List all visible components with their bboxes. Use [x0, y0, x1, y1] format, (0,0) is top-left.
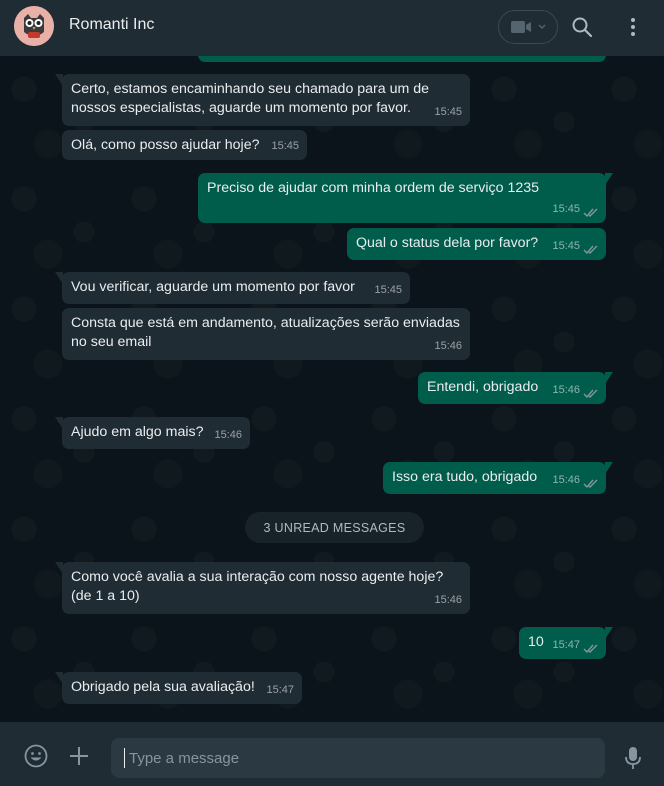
message-time: 15:45: [552, 203, 580, 215]
composer-bar: [0, 722, 664, 786]
message-time: 15:47: [552, 639, 580, 651]
video-call-icon: [511, 21, 531, 33]
message-text: Vou verificar, aguarde um momento por fa…: [71, 279, 355, 295]
message-text: Certo, estamos encaminhando seu chamado …: [71, 81, 430, 116]
double-check-icon: [583, 479, 598, 489]
message-input[interactable]: [124, 748, 605, 768]
message-time: 15:46: [434, 340, 462, 352]
message-text: 10: [528, 634, 544, 650]
message-text: Como você avalia a sua interação com nos…: [71, 569, 444, 604]
message-time: 15:45: [271, 140, 299, 152]
message-outgoing[interactable]: 10 15:47: [519, 627, 613, 659]
message-incoming[interactable]: Vou verificar, aguarde um momento por fa…: [55, 272, 410, 304]
double-check-icon: [583, 208, 598, 218]
message-incoming[interactable]: Olá, como posso ajudar hoje? 15:45: [62, 130, 307, 160]
message-time: 15:46: [552, 384, 580, 396]
message-time: 15:45: [434, 106, 462, 118]
message-text: Isso era tudo, obrigado: [392, 469, 538, 485]
message-text: Qual o status dela por favor?: [356, 235, 539, 251]
avatar[interactable]: [14, 6, 54, 46]
message-time: 15:46: [552, 474, 580, 486]
message-outgoing[interactable]: Entendi, obrigado 15:46: [418, 372, 613, 404]
message-outgoing[interactable]: Isso era tudo, obrigado 15:46: [383, 462, 613, 494]
contact-name[interactable]: Romanti Inc: [69, 16, 154, 34]
message-incoming[interactable]: Como você avalia a sua interação com nos…: [55, 562, 470, 614]
message-time: 15:45: [374, 284, 402, 296]
emoji-icon[interactable]: [24, 744, 48, 768]
message-time: 15:47: [266, 684, 294, 696]
chat-header: Romanti Inc: [0, 0, 664, 56]
message-time: 15:46: [214, 429, 242, 441]
message-text: Obrigado pela sua avaliação!: [71, 679, 255, 695]
message-time: 15:45: [552, 240, 580, 252]
message-outgoing[interactable]: Preciso de ajudar com minha ordem de ser…: [198, 173, 613, 223]
message-text: Entendi, obrigado: [427, 379, 539, 395]
double-check-icon: [583, 644, 598, 654]
message-text: Preciso de ajudar com minha ordem de ser…: [207, 180, 539, 196]
double-check-icon: [583, 245, 598, 255]
message-outgoing[interactable]: Qual o status dela por favor? 15:45: [347, 228, 606, 260]
message-input-box[interactable]: [111, 738, 605, 778]
chevron-down-icon: [538, 24, 546, 29]
message-incoming[interactable]: Consta que está em andamento, atualizaçõ…: [62, 308, 470, 360]
message-incoming[interactable]: Obrigado pela sua avaliação! 15:47: [55, 672, 302, 704]
message-time: 15:46: [434, 594, 462, 606]
unread-divider: 3 UNREAD MESSAGES: [245, 512, 424, 543]
search-icon[interactable]: [571, 16, 593, 38]
microphone-icon[interactable]: [624, 746, 642, 770]
message-incoming[interactable]: Certo, estamos encaminhando seu chamado …: [55, 74, 470, 126]
video-call-button[interactable]: [498, 10, 558, 44]
message-text: Olá, como posso ajudar hoje?: [71, 137, 260, 153]
attach-plus-icon[interactable]: [69, 746, 89, 766]
menu-dots-icon[interactable]: [627, 16, 639, 38]
message-bubble-partial: [198, 56, 606, 62]
message-text: Ajudo em algo mais?: [71, 424, 204, 440]
message-list[interactable]: Certo, estamos encaminhando seu chamado …: [0, 56, 664, 722]
message-incoming[interactable]: Ajudo em algo mais? 15:46: [55, 417, 250, 449]
message-text: Consta que está em andamento, atualizaçõ…: [71, 315, 460, 350]
double-check-icon: [583, 389, 598, 399]
owl-logo-icon: [14, 6, 54, 46]
